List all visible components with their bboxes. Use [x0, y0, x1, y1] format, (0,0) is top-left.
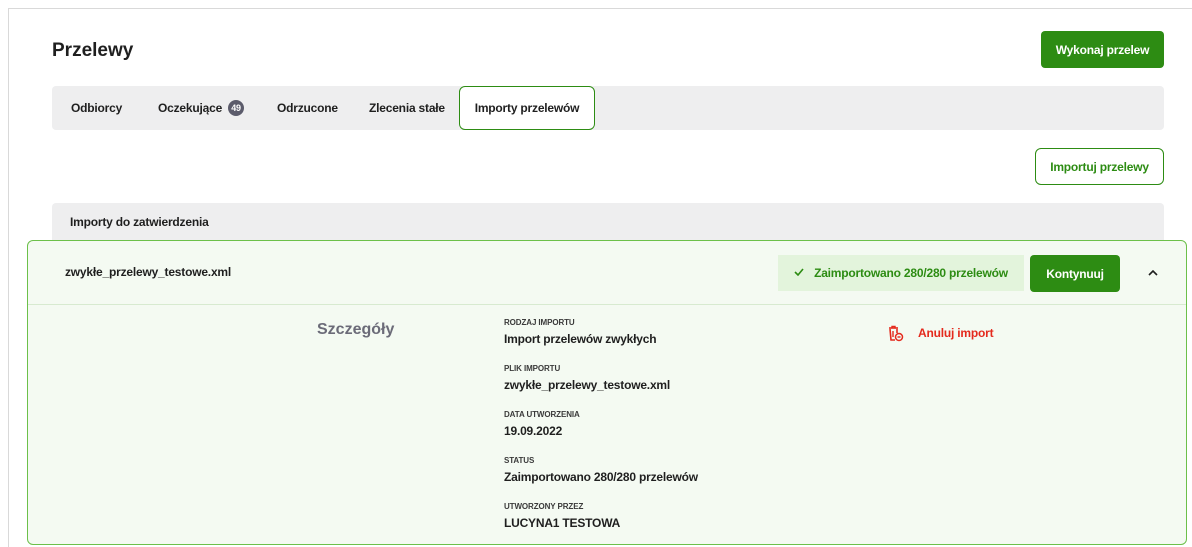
tab-label: Importy przelewów	[474, 101, 580, 115]
detail-label: UTWORZONY PRZEZ	[504, 502, 584, 511]
tab-label: Oczekujące	[158, 101, 223, 115]
tab-standing-orders[interactable]: Zlecenia stałe	[369, 86, 445, 130]
tab-label: Odbiorcy	[71, 101, 123, 115]
detail-label: PLIK IMPORTU	[504, 364, 561, 373]
chevron-up-icon[interactable]	[1143, 261, 1163, 285]
import-transfers-button[interactable]: Importuj przelewy	[1035, 148, 1164, 185]
import-item-panel: zwykłe_przelewy_testowe.xml Zaimportowan…	[27, 240, 1187, 545]
import-file-name: zwykłe_przelewy_testowe.xml	[65, 265, 232, 279]
detail-value: LUCYNA1 TESTOWA	[504, 516, 621, 530]
tab-rejected[interactable]: Odrzucone	[277, 86, 338, 130]
import-status-badge: Zaimportowano 280/280 przelewów	[778, 255, 1024, 291]
pending-count-badge: 49	[228, 100, 245, 116]
continue-button[interactable]: Kontynuuj	[1030, 255, 1120, 292]
divider	[28, 304, 1186, 305]
import-status-text: Zaimportowano 280/280 przelewów	[814, 266, 1008, 280]
cancel-import-label: Anuluj import	[918, 326, 994, 340]
cancel-import-button[interactable]: Anuluj import	[886, 324, 994, 342]
tab-pending[interactable]: Oczekujące 49	[158, 86, 245, 130]
tab-label: Zlecenia stałe	[369, 101, 445, 115]
tab-transfer-imports[interactable]: Importy przelewów	[459, 86, 595, 130]
detail-label: STATUS	[504, 456, 535, 465]
trash-cancel-icon	[889, 325, 904, 342]
detail-value: 19.09.2022	[504, 424, 563, 438]
detail-label: DATA UTWORZENIA	[504, 410, 580, 419]
detail-label: RODZAJ IMPORTU	[504, 318, 575, 327]
detail-value: zwykłe_przelewy_testowe.xml	[504, 378, 671, 392]
detail-value: Zaimportowano 280/280 przelewów	[504, 470, 698, 484]
details-title: Szczegóły	[317, 321, 395, 338]
tab-label: Odrzucone	[277, 101, 338, 115]
page-title: Przelewy	[52, 40, 134, 61]
make-transfer-button[interactable]: Wykonaj przelew	[1041, 31, 1164, 68]
detail-value: Import przelewów zwykłych	[504, 332, 657, 346]
check-icon	[794, 267, 804, 279]
section-title: Importy do zatwierdzenia	[52, 203, 1164, 241]
tab-recipients[interactable]: Odbiorcy	[71, 86, 122, 130]
tab-bar: Odbiorcy Oczekujące 49 Odrzucone Zleceni…	[52, 86, 1164, 130]
